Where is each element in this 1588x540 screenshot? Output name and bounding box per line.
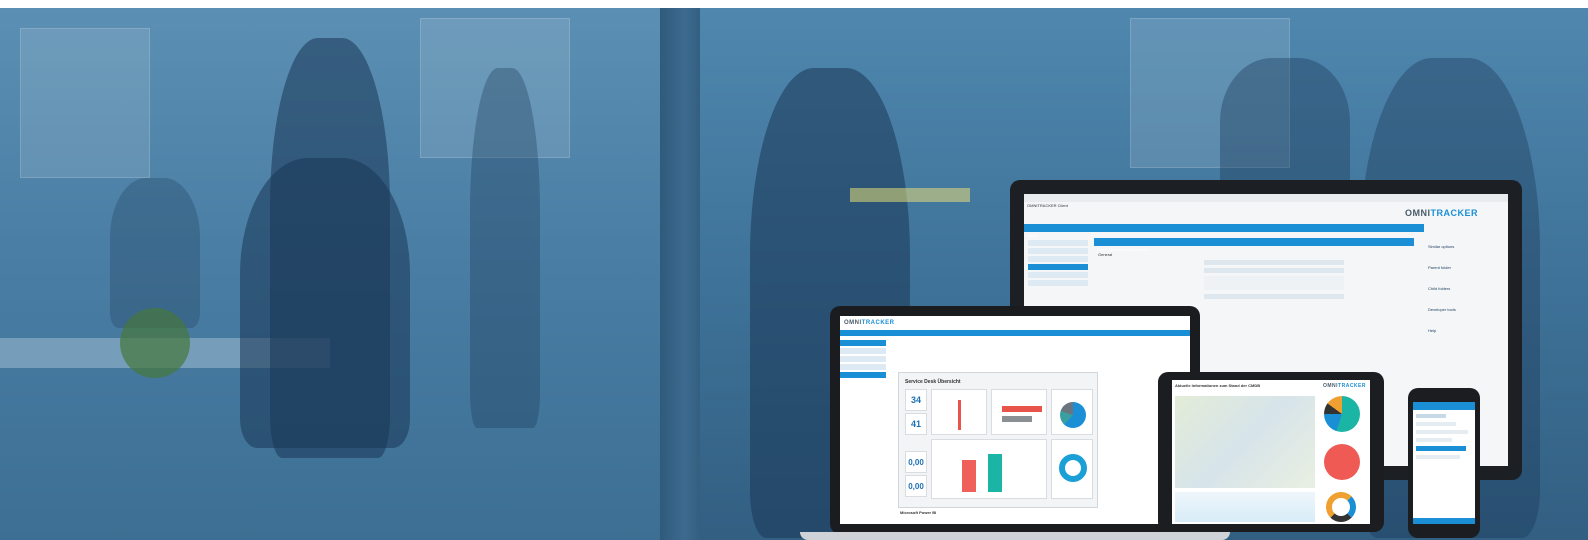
phone-screen [1413, 402, 1475, 524]
list-item[interactable] [1028, 256, 1088, 262]
dashboard-title: Service Desk Übersicht [905, 379, 961, 385]
chart-bar [1002, 406, 1042, 412]
donut-chart [1059, 454, 1087, 482]
laptop-base [800, 532, 1230, 540]
omnitracker-logo: OMNITRACKER [844, 320, 895, 326]
pie-chart-red [1324, 444, 1360, 480]
kpi-value: 0,00 [908, 458, 924, 467]
list-item[interactable] [1028, 240, 1088, 246]
nav-item[interactable] [840, 356, 886, 362]
general-label: General [1098, 252, 1113, 257]
powerbi-footer: Microsoft Power BI [900, 510, 937, 515]
logo-main: OMNI [844, 320, 862, 326]
background-person [470, 68, 540, 428]
parent-folder-heading[interactable]: Parent folder [1428, 265, 1498, 270]
omnitracker-logo: OMNITRACKER [1323, 383, 1366, 389]
nav-item[interactable] [840, 364, 886, 370]
title-bar: OMNITRACKER Client [1024, 194, 1508, 208]
smartphone [1408, 388, 1480, 538]
bar-chart-tile [991, 389, 1047, 435]
computer-monitor [110, 178, 200, 328]
kpi-tile: 34 [905, 389, 927, 411]
phone-footer [1413, 518, 1475, 524]
map-widget[interactable] [1175, 396, 1315, 488]
kpi-tile: 0,00 [905, 451, 927, 473]
phone-line [1416, 414, 1446, 418]
nav-item-selected[interactable] [840, 340, 886, 346]
child-folders-heading[interactable]: Child folders [1428, 286, 1498, 291]
phone-line [1416, 438, 1452, 442]
phone-line [1416, 455, 1460, 459]
tablet-header: Aktuelle Informationen zum Stand der CMD… [1175, 383, 1261, 388]
donut-chart-tile [1051, 439, 1093, 499]
donut-chart [1326, 492, 1356, 522]
kpi-value: 0,00 [908, 482, 924, 491]
kpi-tile: 41 [905, 413, 927, 435]
pie-chart-tile [1051, 389, 1093, 435]
list-item-selected[interactable] [1028, 264, 1088, 270]
help-heading[interactable]: Help [1428, 328, 1498, 333]
field-list [1028, 238, 1088, 288]
fields-bar: Fields [1024, 224, 1424, 238]
phone-line [1416, 430, 1468, 434]
developer-tools-heading[interactable]: Developer tools [1428, 307, 1498, 312]
logo-main: OMNI [1405, 208, 1431, 218]
chart-column [962, 460, 976, 492]
seated-woman [240, 158, 410, 448]
dashboard: Service Desk Übersicht 34 41 0,00 0,00 [898, 372, 1098, 508]
background-window [20, 28, 150, 178]
chart-bar [958, 400, 961, 430]
kpi-tile: 0,00 [905, 475, 927, 497]
logo-accent: TRACKER [1430, 208, 1478, 218]
laptop: OMNITRACKER Service Desk Übersicht 34 41… [830, 306, 1200, 534]
nav-item[interactable] [840, 348, 886, 354]
chart-bar [1002, 416, 1032, 422]
tablet: Aktuelle Informationen zum Stand der CMD… [1158, 372, 1384, 532]
phone-header [1413, 402, 1475, 410]
sticky-notes [850, 188, 970, 202]
list-item[interactable] [1028, 272, 1088, 278]
field-header: Field "Assessment Comment" [1094, 238, 1414, 252]
phone-line [1416, 422, 1456, 426]
nav-bar [840, 330, 1190, 336]
omnitracker-logo: OMNITRACKER [1405, 208, 1478, 218]
hero-banner: OMNITRACKER Client OMNITRACKER Fields Fi… [0, 8, 1588, 540]
right-panel: Similar options Parent folder Child fold… [1428, 244, 1498, 333]
similar-options-heading[interactable]: Similar options [1428, 244, 1498, 249]
list-item[interactable] [1028, 248, 1088, 254]
app-title: OMNITRACKER Client [1027, 203, 1068, 208]
pie-chart [1060, 402, 1086, 428]
nav-sidebar [840, 338, 886, 390]
kpi-value: 41 [910, 419, 921, 429]
phone-progress [1416, 446, 1466, 451]
description-field[interactable] [1204, 276, 1344, 290]
kpi-value: 34 [910, 395, 921, 405]
logo-accent: TRACKER [861, 320, 895, 326]
list-item[interactable] [1028, 280, 1088, 286]
pie-chart [1324, 396, 1360, 432]
alias-field[interactable] [1204, 268, 1344, 273]
tablet-screen: Aktuelle Informationen zum Stand der CMD… [1172, 380, 1370, 524]
line-chart [1175, 492, 1315, 522]
type-field[interactable] [1204, 294, 1344, 299]
logo-accent: TRACKER [1338, 383, 1366, 389]
bar-chart-tile [931, 389, 987, 435]
plant [120, 308, 190, 378]
name-field[interactable] [1204, 260, 1344, 265]
chart-column [988, 454, 1002, 492]
column-chart-tile [931, 439, 1047, 499]
office-photo-left [0, 8, 660, 540]
nav-item-dashboard[interactable] [840, 372, 886, 378]
laptop-screen: OMNITRACKER Service Desk Übersicht 34 41… [840, 316, 1190, 524]
logo-main: OMNI [1322, 383, 1339, 389]
